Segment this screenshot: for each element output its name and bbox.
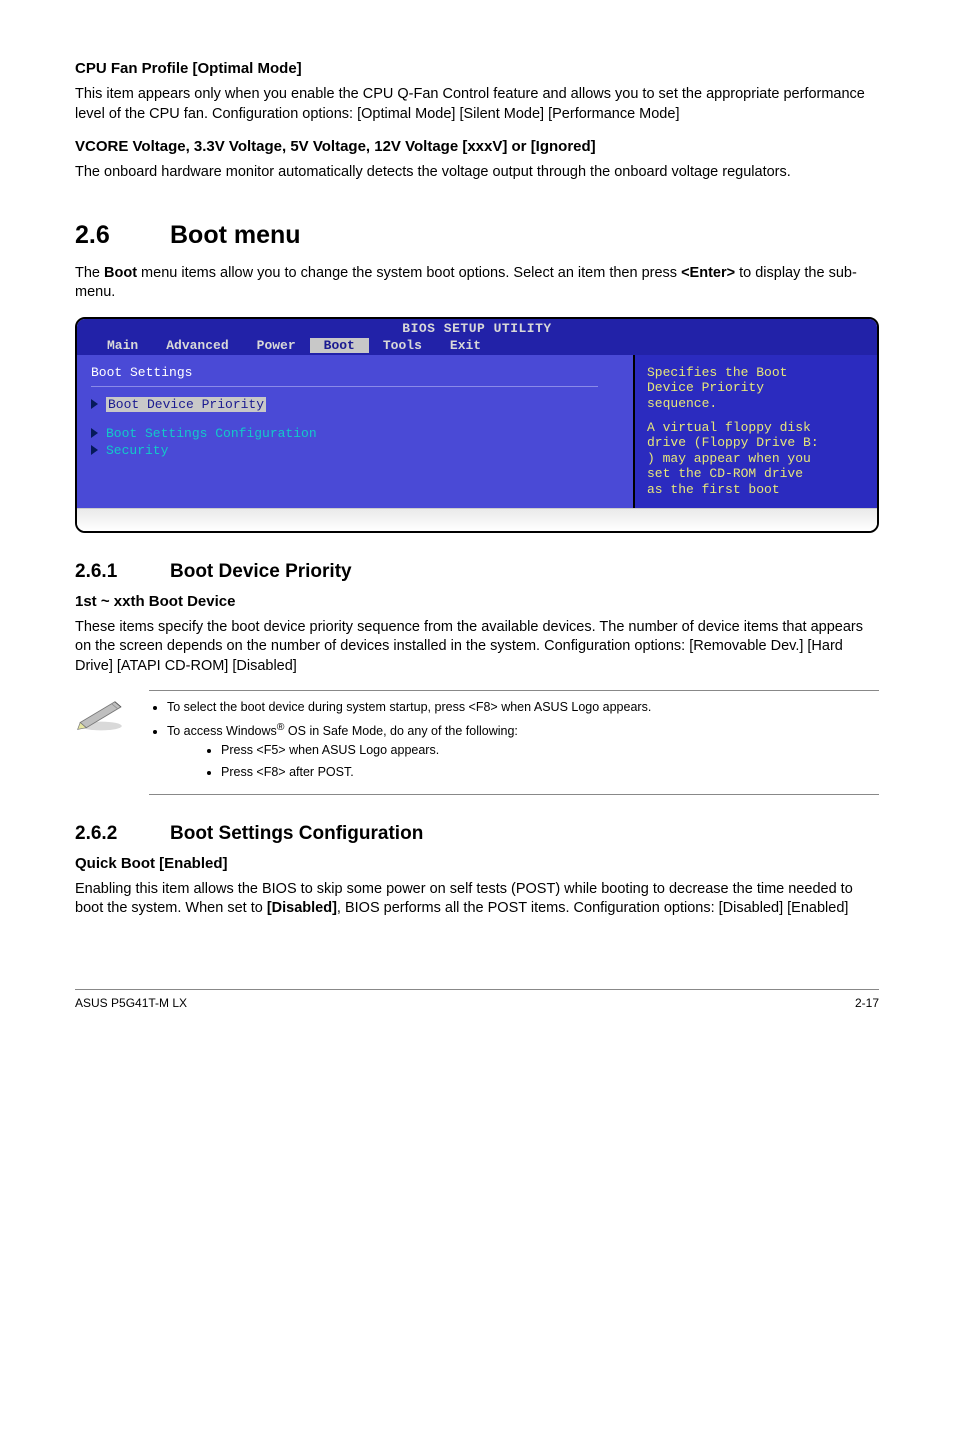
bios-tab-tools: Tools bbox=[369, 338, 436, 353]
bios-left-pane: Boot Settings Boot Device Priority Boot … bbox=[77, 355, 635, 508]
bios-tabs: Main Advanced Power Boot Tools Exit bbox=[77, 338, 877, 355]
sub262-body: Enabling this item allows the BIOS to sk… bbox=[75, 880, 879, 919]
footer-left: ASUS P5G41T-M LX bbox=[75, 996, 187, 1010]
bios-titlebar: BIOS SETUP UTILITY bbox=[77, 319, 877, 338]
bios-tab-main: Main bbox=[93, 338, 152, 353]
bios-row-label: Boot Settings Configuration bbox=[106, 426, 317, 441]
footer-right: 2-17 bbox=[855, 996, 879, 1010]
subsection-title: Boot Device Priority bbox=[170, 561, 352, 582]
note-bullet-2: To access Windows® OS in Safe Mode, do a… bbox=[167, 721, 879, 781]
note-bullet-2b: Press <F8> after POST. bbox=[221, 764, 879, 781]
section-number: 2.6 bbox=[75, 221, 170, 250]
bios-left-heading: Boot Settings bbox=[91, 365, 619, 380]
bios-row-boot-settings-config: Boot Settings Configuration bbox=[91, 426, 619, 441]
cpu-fan-title: CPU Fan Profile [Optimal Mode] bbox=[75, 60, 879, 77]
triangle-icon bbox=[91, 445, 98, 455]
triangle-icon bbox=[91, 399, 98, 409]
bios-right-pane: Specifies the Boot Device Priority seque… bbox=[635, 355, 877, 508]
bios-tab-boot: Boot bbox=[310, 338, 369, 353]
footer: ASUS P5G41T-M LX 2-17 bbox=[75, 989, 879, 1010]
bios-row-label: Boot Device Priority bbox=[106, 397, 266, 412]
boot-menu-intro: The Boot menu items allow you to change … bbox=[75, 264, 879, 303]
note-box: To select the boot device during system … bbox=[75, 690, 879, 795]
section-heading-boot-menu: 2.6Boot menu bbox=[75, 221, 879, 250]
bios-divider bbox=[91, 386, 598, 387]
subsection-number: 2.6.2 bbox=[75, 823, 170, 845]
pencil-note-icon bbox=[75, 690, 127, 732]
bios-tab-advanced: Advanced bbox=[152, 338, 242, 353]
subsection-title: Boot Settings Configuration bbox=[170, 823, 423, 844]
bios-fade bbox=[77, 508, 877, 531]
bios-row-label: Security bbox=[106, 443, 168, 458]
vcore-body: The onboard hardware monitor automatical… bbox=[75, 163, 879, 183]
bios-tab-power: Power bbox=[243, 338, 310, 353]
bios-tab-exit: Exit bbox=[436, 338, 495, 353]
sub261-body: These items specify the boot device prio… bbox=[75, 618, 879, 677]
bios-panel: BIOS SETUP UTILITY Main Advanced Power B… bbox=[75, 317, 879, 533]
subsection-number: 2.6.1 bbox=[75, 561, 170, 583]
bios-row-boot-device-priority: Boot Device Priority bbox=[91, 397, 619, 412]
vcore-title: VCORE Voltage, 3.3V Voltage, 5V Voltage,… bbox=[75, 138, 879, 155]
sub262-h: Quick Boot [Enabled] bbox=[75, 855, 879, 872]
bios-row-security: Security bbox=[91, 443, 619, 458]
triangle-icon bbox=[91, 428, 98, 438]
cpu-fan-body: This item appears only when you enable t… bbox=[75, 85, 879, 124]
note-bullet-1: To select the boot device during system … bbox=[167, 699, 879, 716]
sub261-h: 1st ~ xxth Boot Device bbox=[75, 593, 879, 610]
section-title: Boot menu bbox=[170, 221, 301, 249]
subsection-261: 2.6.1Boot Device Priority bbox=[75, 561, 879, 583]
note-content: To select the boot device during system … bbox=[149, 690, 879, 795]
subsection-262: 2.6.2Boot Settings Configuration bbox=[75, 823, 879, 845]
note-bullet-2a: Press <F5> when ASUS Logo appears. bbox=[221, 742, 879, 759]
